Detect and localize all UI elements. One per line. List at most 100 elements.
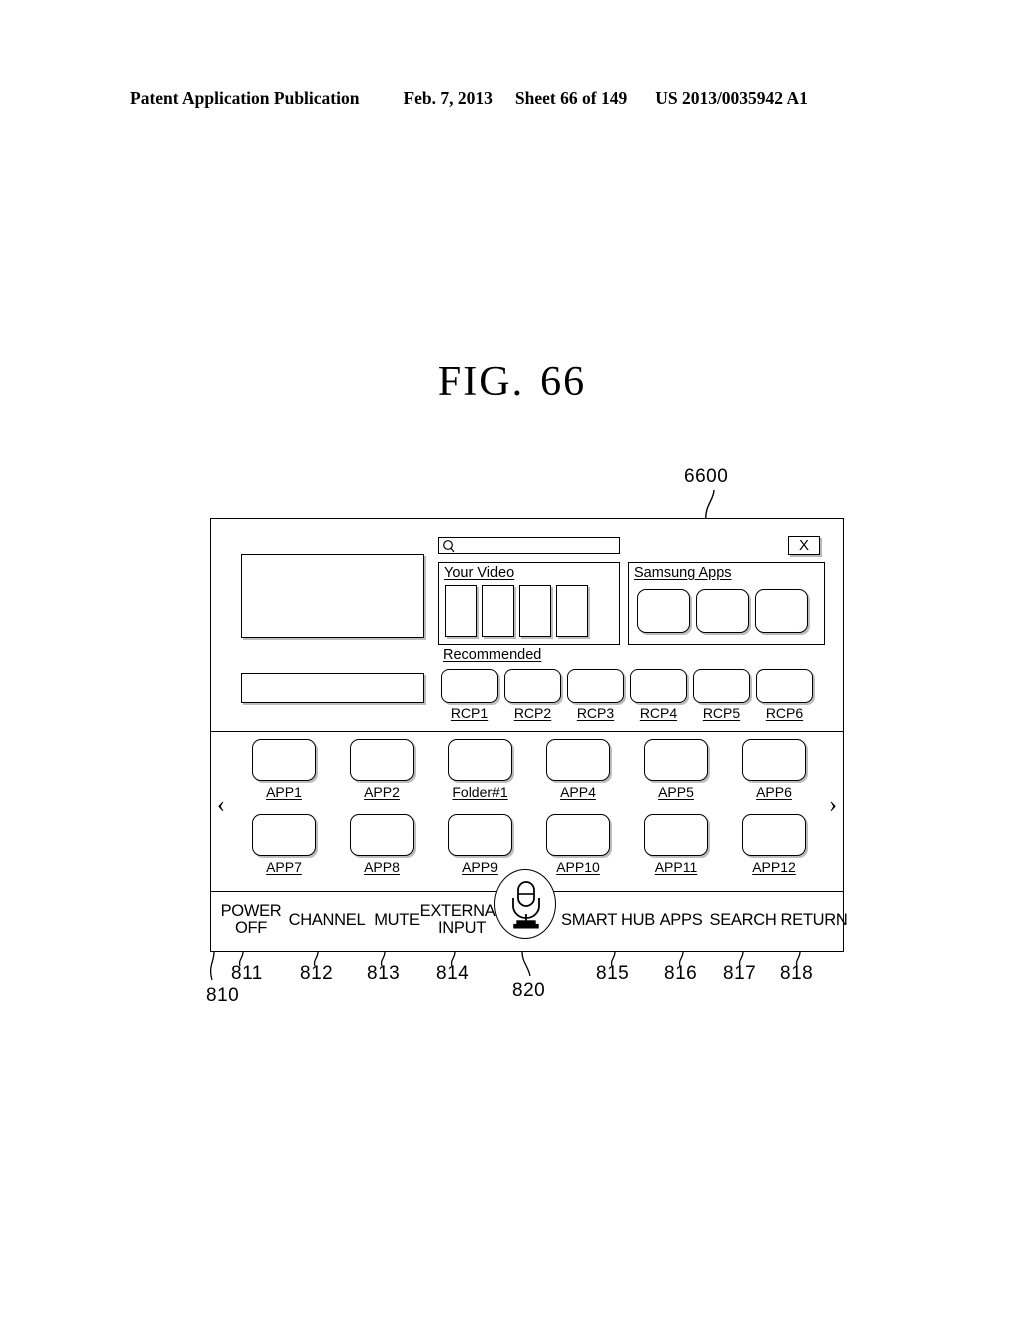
your-video-tiles	[445, 585, 588, 637]
samsung-app-tile[interactable]	[696, 589, 749, 633]
apps-button[interactable]: APPS	[654, 912, 708, 929]
recommended-thumb	[441, 669, 498, 703]
recommended-thumb	[504, 669, 561, 703]
app-item[interactable]: APP10	[529, 814, 627, 875]
publication-label: Patent Application Publication	[130, 88, 360, 108]
app-item[interactable]: APP1	[235, 739, 333, 800]
reference-813: 813	[367, 963, 401, 984]
patent-header: Patent Application Publication Feb. 7, 2…	[130, 88, 890, 109]
figure-number: 66	[540, 359, 587, 405]
control-toolbar: POWER OFF CHANNEL MUTE EXTERNAL INPUT SM…	[211, 869, 848, 951]
samsung-apps-tiles	[637, 589, 808, 633]
search-icon	[443, 540, 455, 553]
channel-button[interactable]: CHANNEL	[283, 912, 371, 929]
chevron-left-icon[interactable]: ‹	[217, 793, 225, 817]
app-label: APP12	[752, 859, 796, 875]
reference-810: 810	[206, 985, 240, 1006]
close-button[interactable]: X	[788, 536, 820, 555]
app-item[interactable]: APP2	[333, 739, 431, 800]
search-input[interactable]	[438, 537, 620, 554]
remote-ui-screen: X Your Video Samsung Apps Recommended RC…	[210, 518, 848, 952]
reference-817: 817	[723, 963, 757, 984]
recommended-row: RCP1 RCP2 RCP3 RCP4 RCP5 RCP6	[441, 669, 813, 721]
your-video-tile[interactable]	[519, 585, 551, 637]
recommended-item[interactable]: RCP6	[756, 669, 813, 721]
recommended-thumb	[567, 669, 624, 703]
reference-811: 811	[231, 963, 263, 984]
chevron-right-icon[interactable]: ›	[829, 793, 837, 817]
app-item[interactable]: APP6	[725, 739, 823, 800]
reference-6600: 6600	[684, 466, 729, 487]
app-label: Folder#1	[452, 784, 508, 800]
app-icon	[742, 814, 806, 856]
app-item[interactable]: APP5	[627, 739, 725, 800]
recommended-thumb	[693, 669, 750, 703]
figure-label: FIG.	[437, 359, 525, 405]
return-button[interactable]: RETURN	[776, 912, 852, 929]
recommended-title: Recommended	[443, 647, 542, 663]
your-video-tile[interactable]	[445, 585, 477, 637]
power-off-label-line2: OFF	[234, 919, 268, 938]
app-icon	[644, 814, 708, 856]
samsung-app-tile[interactable]	[755, 589, 808, 633]
app-label: APP7	[266, 859, 302, 875]
your-video-panel: Your Video	[438, 562, 620, 645]
folder-icon	[448, 739, 512, 781]
app-label: APP10	[556, 859, 600, 875]
app-item[interactable]: APP8	[333, 814, 431, 875]
recommended-item[interactable]: RCP4	[630, 669, 687, 721]
recommended-item[interactable]: RCP1	[441, 669, 498, 721]
app-item[interactable]: APP12	[725, 814, 823, 875]
app-icon	[448, 814, 512, 856]
your-video-title: Your Video	[444, 565, 515, 581]
info-bar-pane[interactable]	[241, 673, 424, 703]
app-icon	[546, 739, 610, 781]
recommended-item[interactable]: RCP3	[567, 669, 624, 721]
recommended-item[interactable]: RCP5	[693, 669, 750, 721]
app-icon	[546, 814, 610, 856]
recommended-label: RCP2	[513, 705, 552, 721]
upper-content-region: X Your Video Samsung Apps Recommended RC…	[211, 519, 843, 733]
recommended-label: RCP5	[702, 705, 741, 721]
app-item[interactable]: APP11	[627, 814, 725, 875]
app-label: APP11	[654, 859, 698, 875]
reference-814: 814	[436, 963, 470, 984]
microphone-icon	[512, 881, 540, 929]
reference-820: 820	[512, 980, 546, 1001]
toolbar-items: POWER OFF CHANNEL MUTE EXTERNAL INPUT SM…	[211, 869, 848, 951]
your-video-tile[interactable]	[482, 585, 514, 637]
app-icon	[252, 814, 316, 856]
recommended-label: RCP6	[765, 705, 804, 721]
close-icon: X	[798, 537, 809, 554]
recommended-label: RCP3	[576, 705, 615, 721]
voice-input-button[interactable]	[494, 869, 556, 939]
external-input-label-line2: INPUT	[437, 919, 486, 938]
sheet-number: Sheet 66 of 149	[514, 88, 628, 108]
app-item[interactable]: APP9	[431, 814, 529, 875]
reference-818: 818	[780, 963, 814, 984]
app-item[interactable]: APP4	[529, 739, 627, 800]
smart-hub-button[interactable]: SMART HUB	[559, 912, 657, 929]
samsung-apps-panel: Samsung Apps	[628, 562, 825, 645]
search-button[interactable]: SEARCH	[705, 912, 781, 929]
app-label: APP5	[658, 784, 694, 800]
app-item[interactable]: Folder#1	[431, 739, 529, 800]
recommended-label: RCP1	[450, 705, 489, 721]
app-label: APP8	[364, 859, 400, 875]
app-grid-region: ‹ › APP1 APP2 Folder#1 APP4 APP5 APP6 AP…	[211, 731, 843, 891]
app-icon	[742, 739, 806, 781]
recommended-item[interactable]: RCP2	[504, 669, 561, 721]
power-off-label-line1: POWER	[220, 902, 282, 920]
app-label: APP4	[560, 784, 596, 800]
reference-812: 812	[300, 963, 334, 984]
video-preview-pane[interactable]	[241, 554, 424, 638]
publication-date: Feb. 7, 2013	[403, 88, 493, 108]
patent-number: US 2013/0035942 A1	[655, 88, 808, 108]
app-item[interactable]: APP7	[235, 814, 333, 875]
app-icon	[350, 814, 414, 856]
your-video-tile[interactable]	[556, 585, 588, 637]
app-icon	[644, 739, 708, 781]
reference-815: 815	[596, 963, 630, 984]
samsung-app-tile[interactable]	[637, 589, 690, 633]
power-off-button[interactable]: POWER OFF	[217, 902, 285, 938]
